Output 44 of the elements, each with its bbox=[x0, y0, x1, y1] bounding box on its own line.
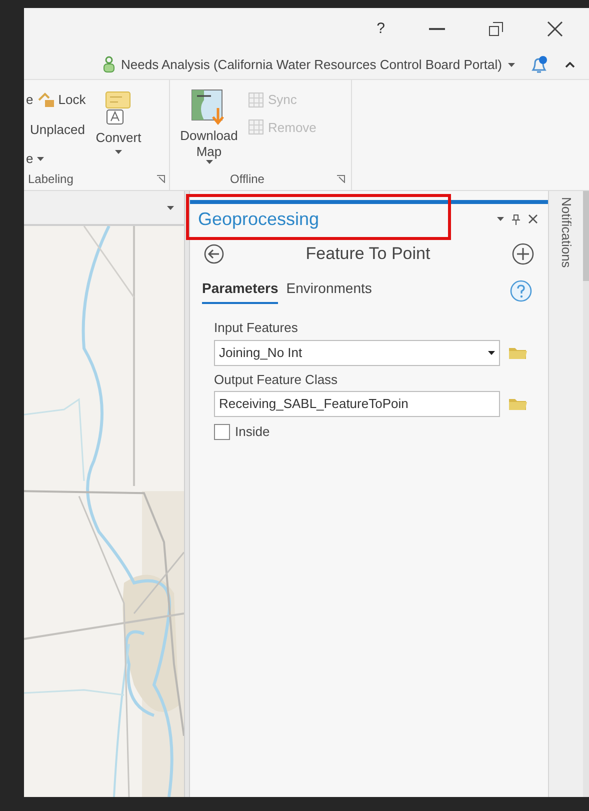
add-icon[interactable] bbox=[512, 243, 534, 265]
download-map-button[interactable]: Download Map bbox=[176, 88, 242, 168]
checkbox-label: Inside bbox=[235, 423, 270, 441]
launcher-icon[interactable] bbox=[157, 175, 165, 184]
close-icon bbox=[547, 21, 563, 37]
input-field[interactable]: Receiving_SABL_FeatureToPoin bbox=[214, 391, 500, 417]
caret-icon bbox=[488, 350, 495, 354]
user-icon bbox=[102, 56, 115, 73]
group-label: Offline bbox=[230, 171, 264, 188]
launcher-icon[interactable] bbox=[337, 175, 345, 183]
grid-icon bbox=[248, 119, 264, 136]
scrollbar-thumb[interactable] bbox=[583, 191, 589, 281]
caret-icon bbox=[37, 156, 44, 161]
options-caret-icon bbox=[497, 217, 504, 221]
ribbon-label: e bbox=[26, 91, 34, 109]
checkbox[interactable] bbox=[214, 424, 230, 440]
dropdown-field[interactable]: Joining_No Int bbox=[214, 340, 500, 366]
restore-button[interactable] bbox=[489, 22, 503, 36]
lock-button[interactable]: Lock bbox=[37, 90, 86, 110]
ribbon-label: e bbox=[26, 150, 34, 168]
pane-title: Geoprocessing bbox=[198, 208, 320, 231]
bell-icon[interactable] bbox=[529, 56, 549, 74]
caret-icon bbox=[508, 62, 515, 66]
help-icon[interactable] bbox=[510, 280, 532, 302]
chevron-up-icon[interactable] bbox=[565, 62, 575, 68]
close-icon[interactable] bbox=[528, 214, 538, 224]
caret-icon bbox=[167, 206, 174, 210]
convert-button[interactable]: Convert bbox=[96, 90, 142, 168]
caret-icon bbox=[114, 150, 122, 154]
grid-icon bbox=[248, 92, 264, 108]
back-icon[interactable] bbox=[204, 244, 224, 264]
parameter-label: Output Feature Class bbox=[214, 370, 339, 389]
notifications-tab[interactable]: Notifications bbox=[556, 197, 576, 268]
tool-title: Feature To Point bbox=[304, 243, 432, 266]
pane-tab[interactable]: Parameters bbox=[202, 278, 278, 304]
group-label: Labeling bbox=[28, 171, 74, 188]
account-dropdown[interactable]: Needs Analysis (California Water Resources Control Board Portal) bbox=[120, 54, 515, 74]
pin-icon[interactable] bbox=[512, 214, 520, 224]
caret-icon bbox=[206, 160, 212, 164]
unplaced-button[interactable]: Unplaced bbox=[30, 120, 86, 139]
help-button[interactable]: ? bbox=[376, 18, 385, 40]
pane-tab[interactable]: Environments bbox=[286, 278, 372, 304]
close-button[interactable] bbox=[547, 21, 563, 37]
parameter-label: Input Features bbox=[214, 319, 299, 337]
